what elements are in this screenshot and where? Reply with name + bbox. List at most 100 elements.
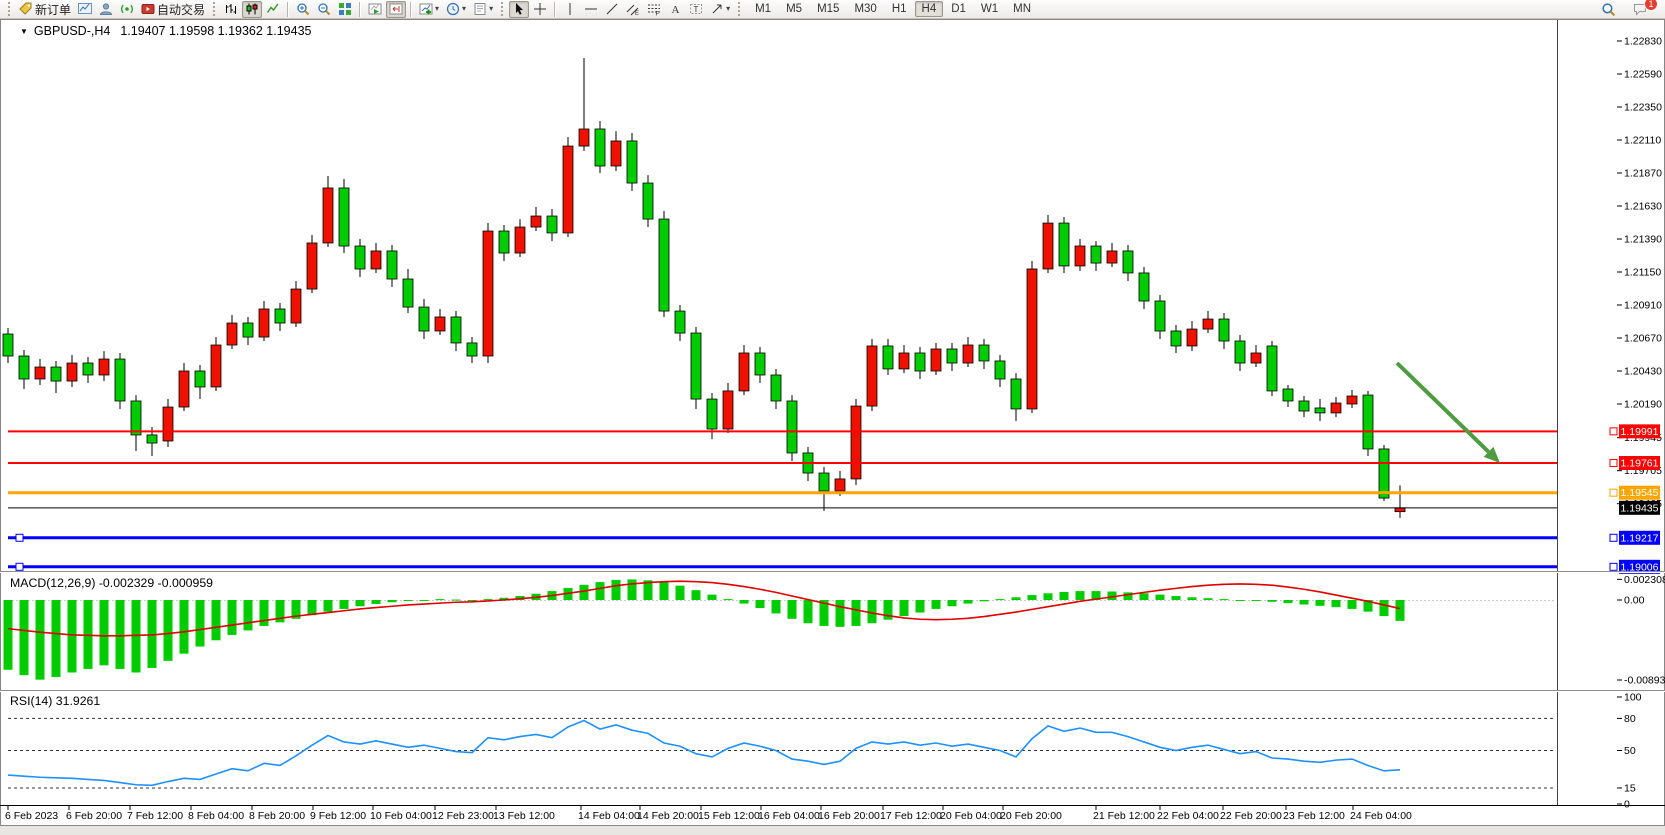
macd-bar xyxy=(340,600,349,609)
candle xyxy=(339,188,349,246)
timeframe-m1-button[interactable]: M1 xyxy=(748,1,778,17)
macd-bar xyxy=(1284,600,1293,603)
svg-text:0.002308: 0.002308 xyxy=(1624,574,1665,586)
svg-text:0.00: 0.00 xyxy=(1624,595,1645,607)
timeframe-w1-button[interactable]: W1 xyxy=(974,1,1005,17)
svg-text:22 Feb 04:00: 22 Feb 04:00 xyxy=(1157,810,1219,822)
zoom-out-button[interactable] xyxy=(314,1,334,18)
timeframe-h1-button[interactable]: H1 xyxy=(885,1,914,17)
line-handle[interactable] xyxy=(1610,459,1617,466)
auto-trading-button[interactable]: 自动交易 xyxy=(138,1,208,18)
dropdown-caret-icon: ▾ xyxy=(435,5,439,13)
chart-canvas[interactable]: 1.228301.225901.223501.221101.218701.216… xyxy=(0,19,1665,835)
candle xyxy=(1315,408,1325,413)
timeframe-m5-button[interactable]: M5 xyxy=(779,1,809,17)
candle xyxy=(819,473,829,491)
timeframe-m15-button[interactable]: M15 xyxy=(810,1,846,17)
timeframe-toolbar: M1M5M15M30H1H4D1W1MN xyxy=(748,1,1038,17)
charts-button[interactable] xyxy=(75,1,95,18)
toolbar-grip[interactable] xyxy=(8,2,11,16)
line-handle[interactable] xyxy=(16,534,23,541)
macd-bar xyxy=(228,600,237,635)
timeframe-mn-button[interactable]: MN xyxy=(1006,1,1038,17)
label-tool-button[interactable]: T xyxy=(686,1,706,18)
chart-window-background xyxy=(1,20,1665,826)
chart-shift-icon xyxy=(389,2,403,16)
macd-bar xyxy=(180,600,189,654)
zoom-in-icon xyxy=(296,2,310,16)
auto-scroll-button[interactable] xyxy=(365,1,385,18)
svg-text:1.19991: 1.19991 xyxy=(1621,426,1659,438)
notifications-button[interactable]: 1 xyxy=(1629,1,1651,18)
indicators-add-icon xyxy=(419,2,433,16)
candle xyxy=(931,349,941,371)
chart-shift-button[interactable] xyxy=(386,1,406,18)
tile-windows-icon xyxy=(338,2,352,16)
rsi-indicator-label: RSI(14) 31.9261 xyxy=(10,694,100,708)
svg-text:21 Feb 12:00: 21 Feb 12:00 xyxy=(1093,810,1155,822)
macd-bar xyxy=(244,600,253,630)
channel-tool-button[interactable]: E xyxy=(623,1,643,18)
toolbar-grip[interactable] xyxy=(213,2,216,16)
candle xyxy=(1107,251,1117,263)
candle xyxy=(1011,379,1021,409)
trendline-tool-button[interactable] xyxy=(602,1,622,18)
candle xyxy=(3,334,13,356)
candle xyxy=(995,361,1005,379)
fibonacci-tool-button[interactable]: F xyxy=(644,1,664,18)
line-handle[interactable] xyxy=(16,563,23,570)
line-handle[interactable] xyxy=(1610,563,1617,570)
macd-bar xyxy=(260,600,269,626)
line-handle[interactable] xyxy=(1610,489,1617,496)
macd-bar xyxy=(372,600,381,604)
timeframe-d1-button[interactable]: D1 xyxy=(944,1,973,17)
candle xyxy=(1027,269,1037,409)
clock-icon xyxy=(446,2,460,16)
zoom-out-icon xyxy=(317,2,331,16)
line-handle[interactable] xyxy=(1610,428,1617,435)
crosshair-button[interactable] xyxy=(530,1,550,18)
line-handle[interactable] xyxy=(1610,534,1617,541)
cursor-button[interactable] xyxy=(509,1,529,18)
macd-bar xyxy=(996,599,1005,600)
trendline-icon xyxy=(605,2,619,16)
vertical-line-tool-button[interactable] xyxy=(560,1,580,18)
signals-button[interactable] xyxy=(117,1,137,18)
candle xyxy=(723,391,733,429)
templates-button[interactable]: ▾ xyxy=(470,1,496,18)
candlestick-chart-type-button[interactable] xyxy=(242,1,262,18)
svg-text:1.22110: 1.22110 xyxy=(1624,135,1661,147)
candle xyxy=(1123,251,1133,273)
new-order-button[interactable]: 新订单 xyxy=(16,1,74,18)
crosshair-icon xyxy=(533,2,547,16)
svg-text:1.20190: 1.20190 xyxy=(1624,399,1662,411)
svg-text:6 Feb 2023: 6 Feb 2023 xyxy=(5,810,58,822)
text-tool-button[interactable]: A xyxy=(665,1,685,18)
zoom-in-button[interactable] xyxy=(293,1,313,18)
macd-bar xyxy=(788,600,797,619)
svg-text:22 Feb 20:00: 22 Feb 20:00 xyxy=(1220,810,1282,822)
periods-button[interactable]: ▾ xyxy=(443,1,469,18)
candle xyxy=(1187,329,1197,346)
line-chart-type-button[interactable] xyxy=(263,1,283,18)
candle xyxy=(1363,395,1373,449)
bar-chart-type-button[interactable] xyxy=(221,1,241,18)
toolbar-grip[interactable] xyxy=(738,2,741,16)
tile-windows-button[interactable] xyxy=(335,1,355,18)
timeframe-h4-button[interactable]: H4 xyxy=(915,1,944,17)
line-chart-icon xyxy=(266,2,280,16)
candle xyxy=(1059,223,1069,266)
symbol-dropdown-icon[interactable]: ▼ xyxy=(20,27,28,36)
horizontal-line-tool-button[interactable] xyxy=(581,1,601,18)
indicators-button[interactable]: ▾ xyxy=(416,1,442,18)
toolbar-grip[interactable] xyxy=(501,2,504,16)
candle xyxy=(787,401,797,453)
search-button[interactable] xyxy=(1598,1,1619,18)
macd-bar xyxy=(580,585,589,600)
timeframe-m30-button[interactable]: M30 xyxy=(847,1,883,17)
candle xyxy=(515,227,525,253)
svg-text:8 Feb 04:00: 8 Feb 04:00 xyxy=(188,810,244,822)
profile-button[interactable] xyxy=(96,1,116,18)
shapes-tool-button[interactable]: ▾ xyxy=(707,1,733,18)
candle xyxy=(99,359,109,375)
